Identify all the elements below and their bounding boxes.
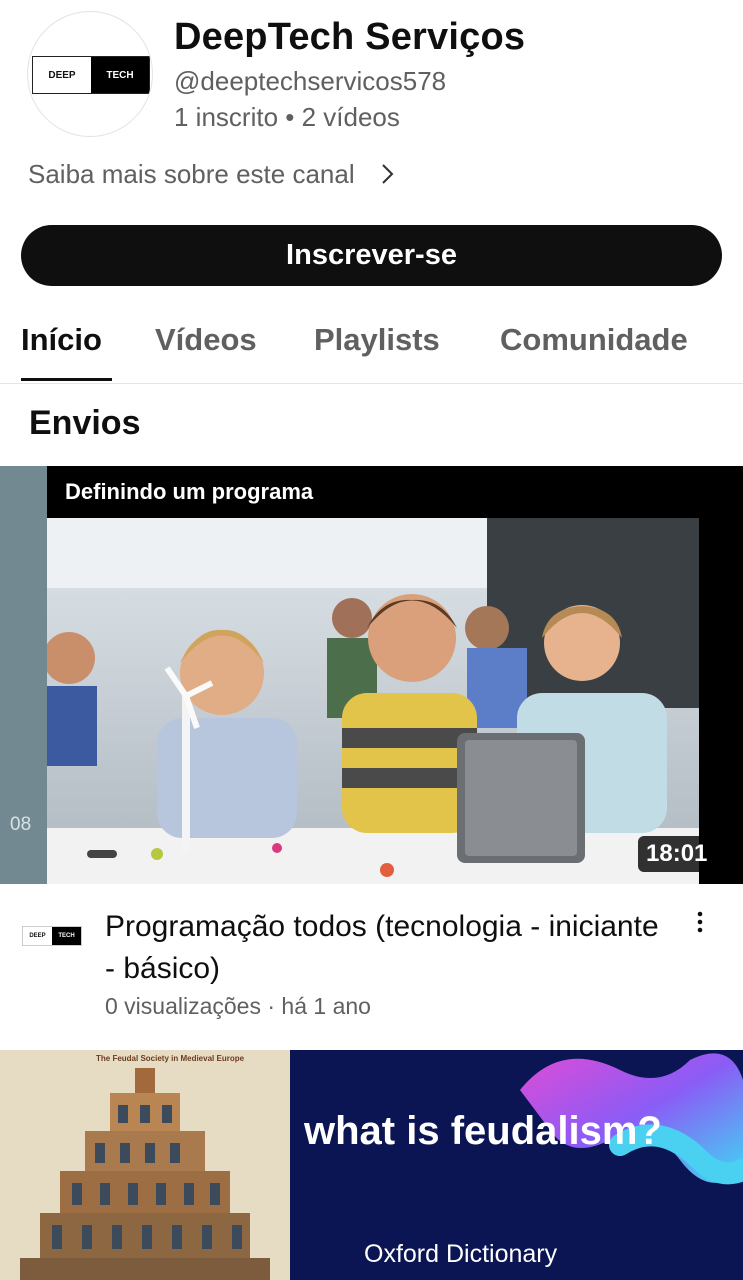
video-thumbnail-2[interactable]: The Feudal Society in Medieval Europe wh… — [0, 1050, 743, 1280]
video-channel-avatar[interactable]: DEEP TECH — [22, 926, 82, 946]
tab-inicio[interactable]: Início — [21, 322, 102, 358]
thumbnail-brand: Oxford Dictionary — [364, 1240, 558, 1268]
thumbnail-photo — [47, 518, 699, 884]
thumbnail-title-bar: Definindo um programa — [47, 466, 743, 518]
channel-logo: DEEP TECH — [32, 56, 150, 94]
thumbnail-question: what is feudalism? — [304, 1109, 662, 1153]
tab-videos[interactable]: Vídeos — [155, 322, 257, 358]
more-vert-icon[interactable] — [688, 908, 712, 936]
feudalism-title-card: what is feudalism? Oxford Dictionary — [290, 1050, 743, 1280]
chevron-right-icon — [375, 161, 401, 187]
thumbnail-side-number: 08 — [10, 814, 32, 835]
thumbnail-title: Definindo um programa — [65, 479, 314, 504]
video-metadata[interactable]: DEEP TECH Programação todos (tecnologia … — [0, 900, 743, 1030]
channel-stats: 1 inscrito • 2 vídeos — [174, 102, 400, 132]
active-tab-indicator — [21, 378, 112, 381]
tab-comunidade[interactable]: Comunidade — [500, 322, 688, 358]
logo-left-text: DEEP — [33, 57, 91, 93]
mini-logo-left-text: DEEP — [23, 927, 52, 945]
channel-tabs: Início Vídeos Playlists Comunidade — [0, 310, 743, 384]
video-duration-badge: 18:01 — [638, 836, 716, 872]
video-thumbnail[interactable]: 08 Definindo um programa — [0, 466, 743, 884]
video-views-age: 0 visualizações · há 1 ano — [105, 993, 371, 1019]
thumbnail-right-strip — [699, 518, 743, 884]
subscribe-button[interactable]: Inscrever-se — [21, 225, 722, 286]
section-title: Envios — [29, 404, 141, 442]
thumbnail-side-panel: 08 — [0, 466, 47, 884]
video-title[interactable]: Programação todos (tecnologia - iniciant… — [105, 906, 665, 990]
about-channel-label: Saiba mais sobre este canal — [28, 158, 355, 189]
channel-handle: @deeptechservicos578 — [174, 66, 447, 96]
channel-name: DeepTech Serviços — [174, 16, 526, 58]
feudal-illustration-title: The Feudal Society in Medieval Europe — [96, 1054, 245, 1063]
channel-header: DEEP TECH DeepTech Serviços @deeptechser… — [0, 0, 743, 150]
logo-right-text: TECH — [91, 57, 149, 93]
tab-playlists[interactable]: Playlists — [314, 322, 440, 358]
mini-logo-right-text: TECH — [52, 927, 81, 945]
feudal-illustration: The Feudal Society in Medieval Europe — [0, 1050, 290, 1280]
about-channel-link[interactable]: Saiba mais sobre este canal — [28, 156, 401, 192]
channel-avatar[interactable]: DEEP TECH — [27, 11, 153, 137]
